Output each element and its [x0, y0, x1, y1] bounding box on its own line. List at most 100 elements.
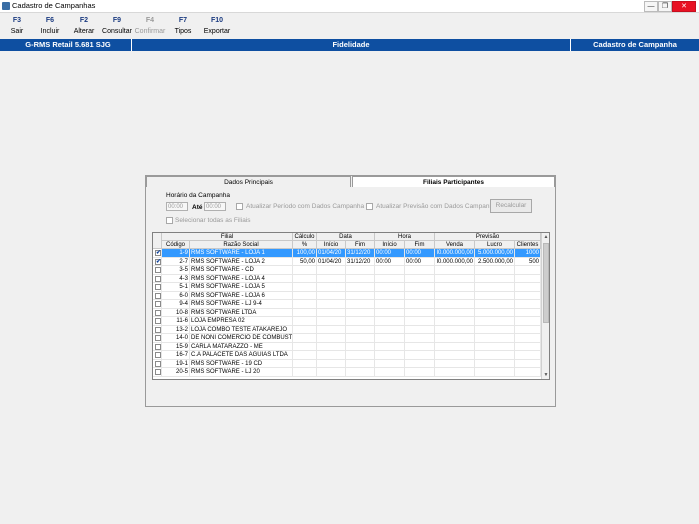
hora-inicio-header[interactable]: Início	[375, 241, 405, 249]
cell-lucro	[475, 317, 515, 326]
minimize-icon[interactable]: —	[644, 1, 658, 12]
razao-social-header[interactable]: Razão Social	[190, 241, 293, 249]
cell-clientes: 1000	[515, 249, 541, 258]
cell-fim	[346, 266, 375, 275]
table-row[interactable]: 19-1 RMS SOFTWARE - 19 CD	[153, 359, 541, 368]
table-row[interactable]: 16-7 C.A PALACETE DAS AGUIAS LTDA	[153, 351, 541, 360]
row-checkbox[interactable]	[155, 275, 161, 282]
types-key: F7	[178, 17, 188, 24]
check-icon[interactable]: ✔	[155, 250, 161, 256]
filial-group-header: Filial	[162, 233, 293, 241]
cell-fim: 31/12/20	[346, 257, 375, 266]
cell-fim	[346, 274, 375, 283]
cell-pct	[293, 317, 317, 326]
row-checkbox[interactable]	[155, 301, 161, 307]
arrow-up-icon[interactable]: ▲	[542, 233, 549, 241]
row-check-cell	[153, 342, 162, 351]
cell-pct	[293, 291, 317, 300]
table-row[interactable]: 4-3 RMS SOFTWARE - LOJA 4	[153, 274, 541, 283]
export-button[interactable]: F10 Exportar	[202, 15, 232, 37]
atualizar-previsao-checkbox[interactable]	[366, 203, 373, 210]
confirm-key: F4	[145, 17, 155, 24]
cell-razao: LOJA EMPRESA 02	[190, 317, 293, 326]
types-button[interactable]: F7 Tipos	[171, 15, 195, 37]
cell-hinicio	[375, 317, 405, 326]
tab-dados-principais[interactable]: Dados Principais	[146, 176, 351, 187]
percent-header[interactable]: %	[293, 241, 317, 249]
cell-fim	[346, 300, 375, 309]
check-icon[interactable]: ✔	[155, 258, 161, 265]
alter-button[interactable]: F2 Alterar	[71, 15, 97, 37]
include-button[interactable]: F6 Incluir	[38, 15, 62, 37]
cell-clientes	[515, 334, 541, 343]
cell-lucro	[475, 325, 515, 334]
venda-header[interactable]: Venda	[435, 241, 475, 249]
close-icon[interactable]: ✕	[672, 1, 696, 12]
cell-pct	[293, 325, 317, 334]
arrow-down-icon[interactable]: ▼	[542, 371, 549, 379]
table-row[interactable]: 13-2 LOJA COMBO TESTE ATAKAREJO	[153, 325, 541, 334]
consult-button[interactable]: F9 Consultar	[101, 15, 133, 37]
horario-end-input[interactable]: 00:00	[204, 202, 226, 211]
table-row[interactable]: 14-0 DE NONI COMERCIO DE COMBUSTI	[153, 334, 541, 343]
hora-fim-header[interactable]: Fim	[405, 241, 435, 249]
row-checkbox[interactable]	[155, 292, 161, 299]
cell-clientes	[515, 291, 541, 300]
row-checkbox[interactable]	[155, 318, 161, 324]
confirm-button[interactable]: F4 Confirmar	[134, 15, 166, 37]
filiais-grid[interactable]: Filial Cálculo Data Hora Previsão Código…	[152, 232, 550, 380]
grid-scrollbar[interactable]: ▲ ▼	[541, 233, 549, 379]
table-row[interactable]: 15-9 CARLA MATARAZZO - ME	[153, 342, 541, 351]
data-fim-header[interactable]: Fim	[346, 241, 375, 249]
row-checkbox[interactable]	[155, 335, 161, 341]
cell-venda	[435, 334, 475, 343]
cell-venda	[435, 308, 475, 317]
table-row[interactable]: 3-5 RMS SOFTWARE - CD	[153, 266, 541, 275]
exit-key: F3	[12, 17, 22, 24]
row-check-cell	[153, 283, 162, 292]
table-row[interactable]: 6-0 RMS SOFTWARE - LOJA 6	[153, 291, 541, 300]
table-row[interactable]: 20-5 RMS SOFTWARE - LJ 20	[153, 368, 541, 377]
cell-pct	[293, 283, 317, 292]
cell-hinicio	[375, 291, 405, 300]
cell-inicio: 01/04/20	[317, 249, 346, 258]
row-checkbox[interactable]	[155, 343, 161, 350]
ate-label: Até	[192, 204, 203, 211]
recalcular-button[interactable]: Recalcular	[490, 199, 532, 213]
export-key: F10	[210, 17, 224, 24]
table-row[interactable]: 5-1 RMS SOFTWARE - LOJA 5	[153, 283, 541, 292]
cell-clientes	[515, 325, 541, 334]
cell-inicio	[317, 266, 346, 275]
cell-codigo: 19-1	[162, 359, 190, 368]
tab-filiais-participantes[interactable]: Filiais Participantes	[352, 176, 555, 187]
data-inicio-header[interactable]: Início	[317, 241, 346, 249]
row-checkbox[interactable]	[155, 352, 161, 358]
table-row[interactable]: 10-8 RMS SOFTWARE LTDA	[153, 308, 541, 317]
row-checkbox[interactable]	[155, 360, 161, 367]
lucro-header[interactable]: Lucro	[475, 241, 515, 249]
cell-inicio	[317, 359, 346, 368]
codigo-header[interactable]: Código	[162, 241, 190, 249]
row-checkbox[interactable]	[155, 369, 161, 375]
table-row[interactable]: 9-4 RMS SOFTWARE - LJ 9-4	[153, 300, 541, 309]
select-all-checkbox[interactable]	[166, 217, 173, 224]
cell-fim	[346, 334, 375, 343]
maximize-icon[interactable]: ❐	[658, 1, 672, 12]
table-row[interactable]: 11-6 LOJA EMPRESA 02	[153, 317, 541, 326]
clientes-header[interactable]: Clientes	[515, 241, 541, 249]
cell-hfim: 00:00	[405, 249, 435, 258]
row-checkbox[interactable]	[155, 267, 161, 273]
row-checkbox[interactable]	[155, 309, 161, 316]
cell-clientes	[515, 359, 541, 368]
include-key: F6	[45, 17, 55, 24]
cell-hinicio	[375, 368, 405, 377]
row-checkbox[interactable]	[155, 284, 161, 290]
scroll-thumb[interactable]	[543, 243, 549, 323]
table-row[interactable]: ✔ 2-7 RMS SOFTWARE - LOJA 2 50,00 01/04/20 31…	[153, 257, 541, 266]
row-checkbox[interactable]	[155, 326, 161, 333]
horario-start-input[interactable]: 00:00	[166, 202, 188, 211]
cell-pct: 100,00	[293, 249, 317, 258]
exit-button[interactable]: F3 Sair	[6, 15, 28, 37]
table-row[interactable]: ✔ 1-9 RMS SOFTWARE - LOJA 1 100,00 01/04/20 3…	[153, 249, 541, 258]
atualizar-periodo-checkbox[interactable]	[236, 203, 243, 210]
